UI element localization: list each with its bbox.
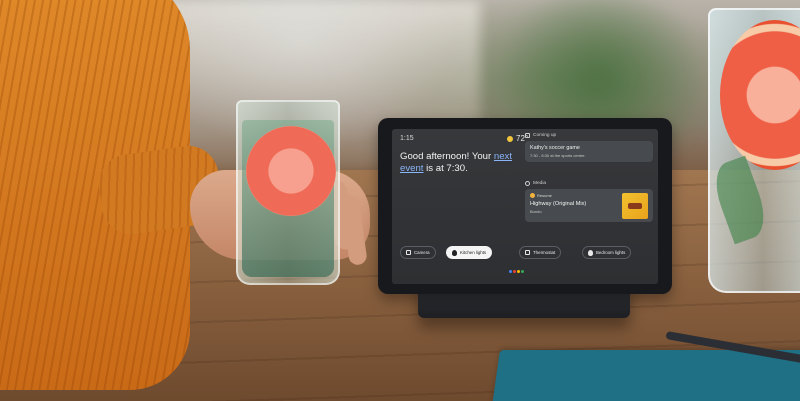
quick-controls: Camera Kitchen lights Thermostat Bedroom…: [400, 246, 650, 264]
mint-leaf: [707, 155, 773, 245]
grapefruit-slice: [720, 20, 800, 170]
kitchen-lights-label: Kitchen lights: [460, 250, 487, 255]
smart-display-tablet: 1:15 72° Good afternoon! Your next event…: [378, 118, 672, 294]
play-icon: [530, 193, 535, 198]
assistant-dot: [513, 270, 516, 273]
event-card[interactable]: Kathy's soccer game 7:30 - 8:30 at the s…: [525, 141, 653, 162]
assistant-dot: [509, 270, 512, 273]
album-art: [622, 193, 648, 219]
assistant-dots-icon[interactable]: [509, 270, 524, 273]
sun-icon: [507, 135, 513, 142]
camera-chip[interactable]: Camera: [400, 246, 436, 259]
coming-up-header: Coming up: [525, 133, 653, 138]
tablet-screen: 1:15 72° Good afternoon! Your next event…: [392, 129, 658, 284]
greeting-line1: Good afternoon! Your: [400, 151, 492, 162]
media-icon: [525, 181, 530, 186]
camera-chip-label: Camera: [414, 250, 430, 255]
media-section: Media Resume Highway (Original Mix) Bund…: [525, 181, 653, 222]
clock: 1:15: [400, 135, 414, 142]
grapefruit-slice: [246, 126, 336, 216]
photo-scene: 1:15 72° Good afternoon! Your next event…: [0, 0, 800, 401]
bedroom-lights-label: Bedroom lights: [596, 250, 626, 255]
kitchen-lights-chip[interactable]: Kitchen lights: [446, 246, 493, 259]
bulb-icon: [452, 249, 457, 256]
resume-label: Resume: [537, 193, 552, 198]
coming-up-section: Coming up Kathy's soccer game 7:30 - 8:3…: [525, 133, 653, 162]
bulb-icon: [588, 249, 593, 256]
greeting-line2: is at 7:30.: [423, 162, 468, 174]
thermostat-label: Thermostat: [533, 250, 556, 255]
calendar-icon: [525, 133, 530, 138]
thermostat-icon: [525, 250, 530, 255]
drinking-glass-left: [236, 100, 340, 285]
camera-icon: [406, 250, 411, 255]
greeting-text: Good afternoon! Your next event is at 7:…: [400, 151, 520, 174]
notebook: [490, 350, 800, 401]
event-time: 7:30 - 8:30 at the sports centre.: [530, 153, 586, 158]
media-label: Media: [533, 181, 547, 186]
bedroom-lights-chip[interactable]: Bedroom lights: [582, 246, 632, 259]
media-card[interactable]: Resume Highway (Original Mix) Bundo: [525, 189, 653, 222]
thermostat-chip[interactable]: Thermostat: [519, 246, 562, 259]
media-header: Media: [525, 181, 653, 186]
event-title: Kathy's soccer game: [530, 145, 580, 151]
drinking-glass-right: [707, 8, 800, 293]
assistant-dot: [521, 270, 524, 273]
coming-up-label: Coming up: [533, 133, 557, 138]
assistant-dot: [517, 270, 520, 273]
